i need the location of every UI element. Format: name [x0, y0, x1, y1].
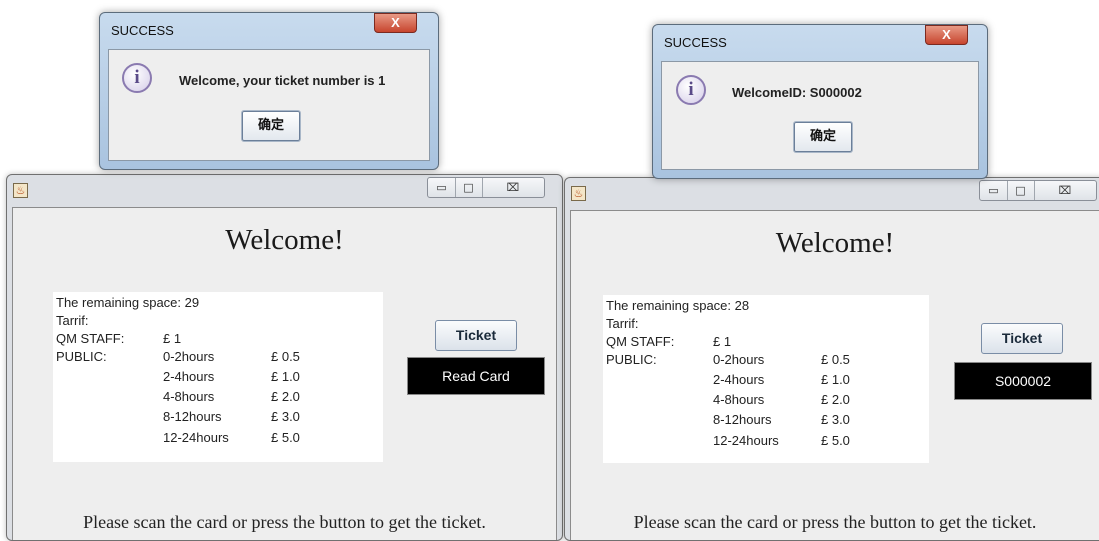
rate-duration: 12-24hours: [163, 430, 229, 445]
public-label: PUBLIC:: [606, 352, 657, 367]
ok-button[interactable]: 确定: [793, 121, 853, 153]
dialog-title: SUCCESS: [664, 35, 727, 50]
tariff-info-panel: The remaining space: 28 Tarrif: QM STAFF…: [603, 295, 929, 463]
tarrif-label: Tarrif:: [56, 313, 89, 328]
tarrif-label: Tarrif:: [606, 316, 639, 331]
rate-duration: 12-24hours: [713, 433, 779, 448]
dialog-message: WelcomeID: S000002: [732, 85, 862, 100]
java-app-icon: ♨: [571, 186, 586, 201]
remaining-space-text: The remaining space: 29: [56, 295, 200, 310]
rate-price: £ 3.0: [271, 409, 300, 424]
tariff-info-panel: The remaining space: 29 Tarrif: QM STAFF…: [53, 292, 383, 462]
right-window-controls: ▭ □ ⌧: [979, 180, 1097, 201]
left-window-content: Welcome! The remaining space: 29 Tarrif:…: [12, 207, 557, 540]
rate-price: £ 5.0: [271, 430, 300, 445]
rate-price: £ 1.0: [821, 372, 850, 387]
right-window-titlebar[interactable]: ♨ ▭ □ ⌧: [565, 178, 1099, 210]
qm-staff-label: QM STAFF:: [606, 334, 675, 349]
dialog-body: i WelcomeID: S000002 确定: [661, 61, 979, 170]
close-icon[interactable]: ⌧: [482, 178, 544, 197]
rate-duration: 0-2hours: [163, 349, 215, 364]
ticket-button[interactable]: Ticket: [981, 323, 1063, 354]
qm-staff-label: QM STAFF:: [56, 331, 125, 346]
info-icon: i: [676, 75, 706, 105]
rate-duration: 2-4hours: [163, 369, 215, 384]
left-ticket-window: ♨ ▭ □ ⌧ Welcome! The remaining space: 29…: [6, 174, 563, 541]
rate-duration: 2-4hours: [713, 372, 765, 387]
info-icon: i: [122, 63, 152, 93]
rate-duration: 8-12hours: [713, 412, 772, 427]
left-window-controls: ▭ □ ⌧: [427, 177, 545, 198]
welcome-heading: Welcome!: [775, 227, 895, 259]
close-icon[interactable]: ⌧: [1034, 181, 1096, 200]
rate-price: £ 5.0: [821, 433, 850, 448]
right-window-content: Welcome! The remaining space: 28 Tarrif:…: [570, 210, 1099, 540]
instruction-text: Please scan the card or press the button…: [633, 512, 1037, 532]
welcome-heading: Welcome!: [225, 224, 344, 256]
dialog-title: SUCCESS: [111, 23, 174, 38]
rate-price: £ 0.5: [271, 349, 300, 364]
rate-price: £ 0.5: [821, 352, 850, 367]
public-label: PUBLIC:: [56, 349, 107, 364]
rate-price: £ 1.0: [271, 369, 300, 384]
card-reader-field[interactable]: Read Card: [407, 357, 545, 395]
dialog-body: i Welcome, your ticket number is 1 确定: [108, 49, 430, 161]
remaining-space-text: The remaining space: 28: [606, 298, 750, 313]
close-icon[interactable]: X: [925, 25, 968, 45]
left-window-titlebar[interactable]: ♨ ▭ □ ⌧: [7, 175, 562, 207]
rate-price: £ 2.0: [821, 392, 850, 407]
card-reader-field[interactable]: S000002: [954, 362, 1092, 400]
right-ticket-window: ♨ ▭ □ ⌧ Welcome! The remaining space: 28…: [564, 177, 1099, 541]
success-dialog-right: SUCCESS X i WelcomeID: S000002 确定: [652, 24, 988, 179]
success-dialog-left: SUCCESS X i Welcome, your ticket number …: [99, 12, 439, 170]
maximize-icon[interactable]: □: [1007, 181, 1035, 200]
ok-button[interactable]: 确定: [241, 110, 301, 142]
qm-staff-price: £ 1: [713, 334, 732, 349]
rate-duration: 4-8hours: [163, 389, 215, 404]
minimize-icon[interactable]: ▭: [980, 181, 1008, 200]
rate-duration: 8-12hours: [163, 409, 222, 424]
dialog-message: Welcome, your ticket number is 1: [179, 73, 386, 88]
instruction-text: Please scan the card or press the button…: [83, 512, 486, 532]
maximize-icon[interactable]: □: [455, 178, 483, 197]
qm-staff-price: £ 1: [163, 331, 182, 346]
rate-price: £ 2.0: [271, 389, 300, 404]
rate-duration: 0-2hours: [713, 352, 765, 367]
java-app-icon: ♨: [13, 183, 28, 198]
close-icon[interactable]: X: [374, 13, 417, 33]
minimize-icon[interactable]: ▭: [428, 178, 456, 197]
ticket-button[interactable]: Ticket: [435, 320, 517, 351]
rate-duration: 4-8hours: [713, 392, 765, 407]
rate-price: £ 3.0: [821, 412, 850, 427]
